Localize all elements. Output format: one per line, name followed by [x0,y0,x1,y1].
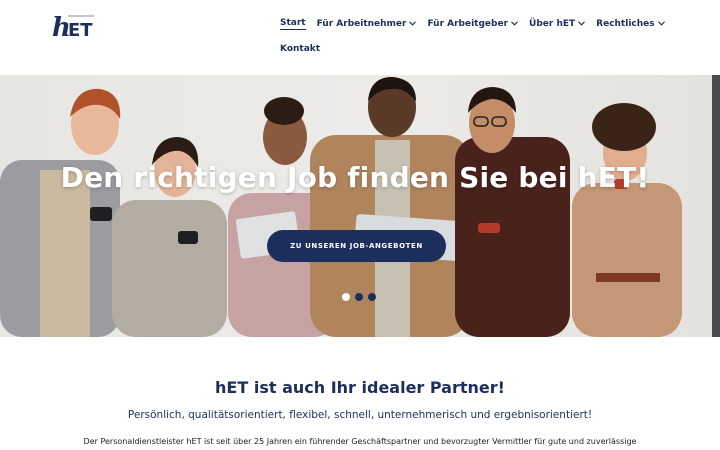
nav-item-kontakt[interactable]: Kontakt [280,44,320,54]
svg-text:ET: ET [68,20,93,40]
intro-subtitle: Persönlich, qualitätsorientiert, flexibe… [127,409,593,421]
nav-item-label: Rechtliches [596,19,655,29]
nav-row-2: Kontakt [280,41,660,57]
nav-item-rechtliches[interactable]: Rechtliches [596,19,665,29]
nav-item-start[interactable]: Start [280,18,306,30]
nav-item-fuer-arbeitgeber[interactable]: Für Arbeitgeber [427,19,518,29]
intro-text: Der Personaldienstleister hET ist seit ü… [83,437,637,446]
chevron-down-icon [657,19,665,29]
nav-item-label: Start [280,18,306,28]
nav-row-1: Start Für Arbeitnehmer Für Arbeitgeber Ü… [280,16,665,32]
nav-item-label: Für Arbeitgeber [427,19,509,29]
slider-edge [712,75,720,337]
chevron-down-icon [578,19,586,29]
main-navigation: Start Für Arbeitnehmer Für Arbeitgeber Ü… [280,16,665,57]
nav-item-ueber-het[interactable]: Über hET [529,19,586,29]
het-logo[interactable]: h ET [52,10,96,40]
nav-item-label: Über hET [529,19,576,29]
slider-dot-2[interactable] [355,293,363,301]
slider-dot-3[interactable] [368,293,376,301]
nav-item-label: Für Arbeitnehmer [316,19,407,29]
hero-slider: Den richtigen Job finden Sie bei hET! ZU… [0,75,720,337]
slider-dot-1[interactable] [342,293,350,301]
nav-item-fuer-arbeitnehmer[interactable]: Für Arbeitnehmer [317,19,417,29]
hero-title: Den richtigen Job finden Sie bei hET! [60,161,650,194]
site-header: h ET Start Für Arbeitnehmer Für Arbeitge… [0,0,720,75]
chevron-down-icon [409,19,417,29]
slider-dots [342,293,381,301]
job-offers-button[interactable]: ZU UNSEREN JOB-ANGEBOTEN [267,230,446,262]
intro-title: hET ist auch Ihr idealer Partner! [215,378,505,397]
nav-item-label: Kontakt [280,44,321,54]
chevron-down-icon [511,19,518,29]
